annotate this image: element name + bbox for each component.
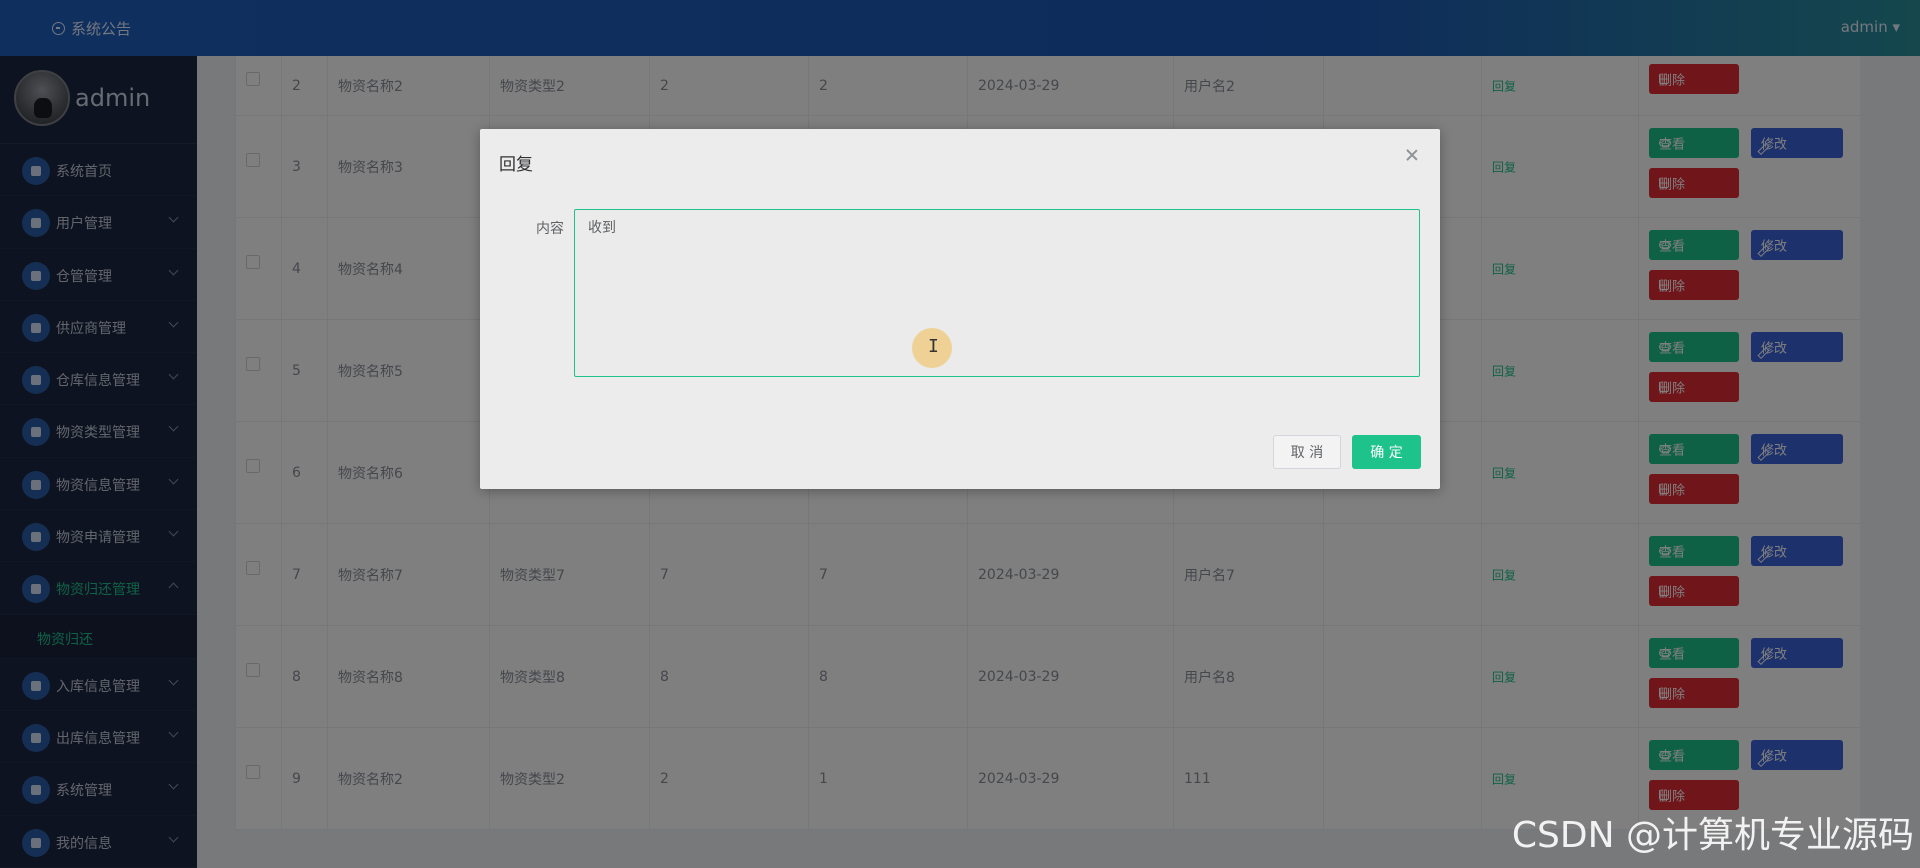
content-textarea[interactable]: 收到 (574, 209, 1420, 377)
content-label: 内容 (536, 221, 564, 237)
cancel-button[interactable]: 取 消 (1273, 435, 1341, 469)
text-cursor-icon (912, 328, 952, 368)
dialog-title: 回复 (499, 155, 533, 175)
watermark: CSDN @计算机专业源码 (1511, 815, 1914, 856)
close-icon[interactable] (1404, 147, 1420, 163)
confirm-button[interactable]: 确 定 (1352, 435, 1421, 469)
reply-dialog: 回复 内容 收到 取 消 确 定 (480, 129, 1440, 489)
